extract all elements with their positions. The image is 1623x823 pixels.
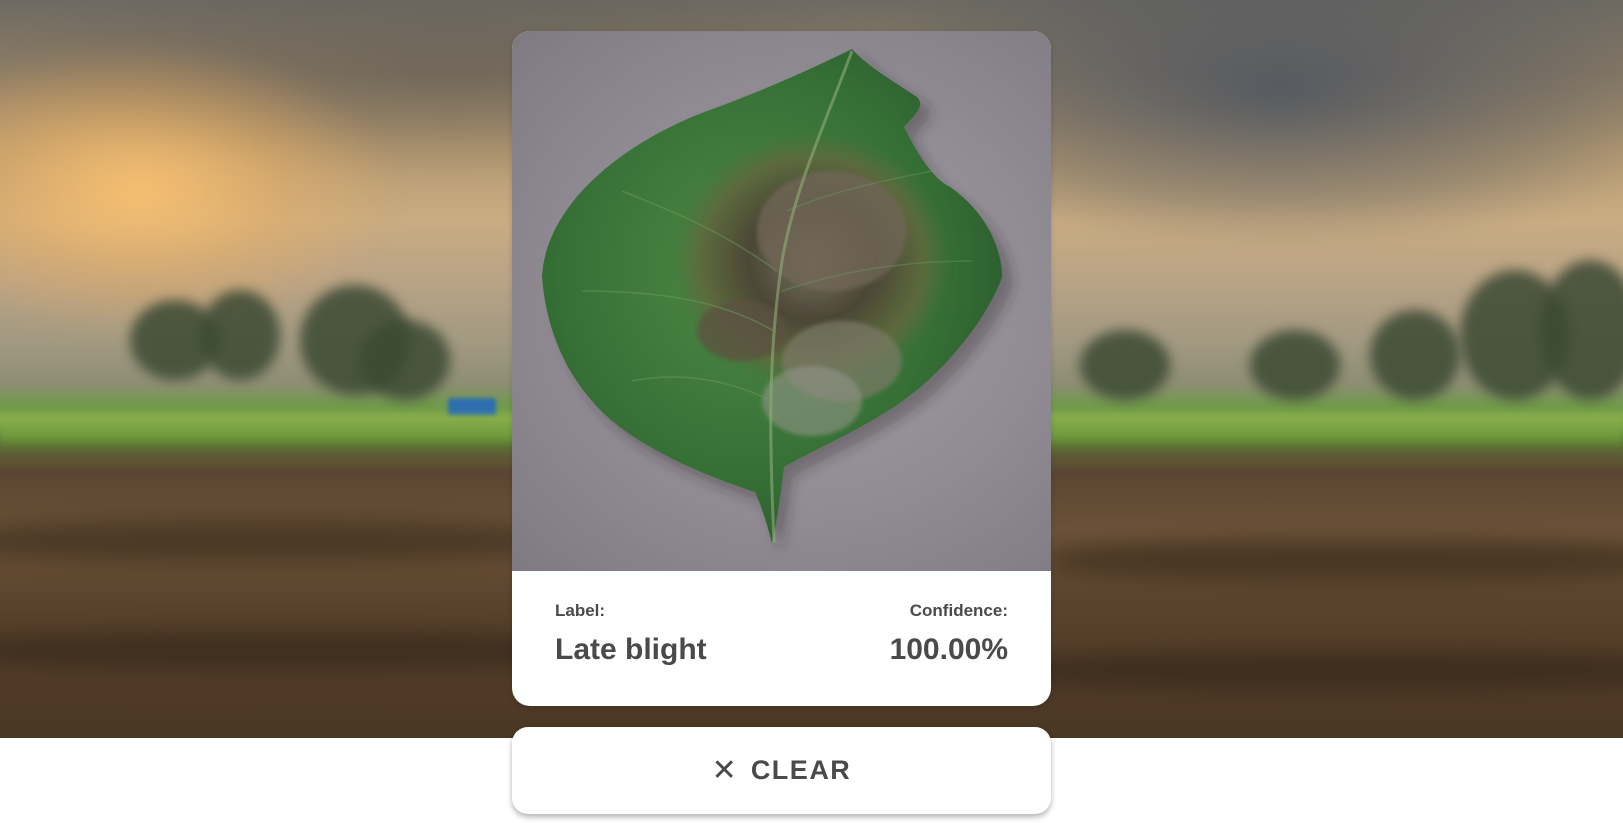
clear-button[interactable]: ✕ CLEAR [512, 727, 1051, 814]
leaf-photo [512, 31, 1051, 571]
leaf-image [542, 49, 1013, 552]
result-card: Label: Late blight Confidence: 100.00% [512, 31, 1051, 706]
confidence-caption: Confidence: [909, 601, 1008, 620]
label-caption: Label: [555, 601, 606, 620]
clear-button-label: CLEAR [750, 755, 852, 785]
confidence-value: 100.00% [889, 633, 1008, 666]
label-value: Late blight [555, 633, 707, 666]
close-icon: ✕ [711, 753, 737, 787]
result-info: Label: Late blight Confidence: 100.00% [512, 571, 1051, 706]
